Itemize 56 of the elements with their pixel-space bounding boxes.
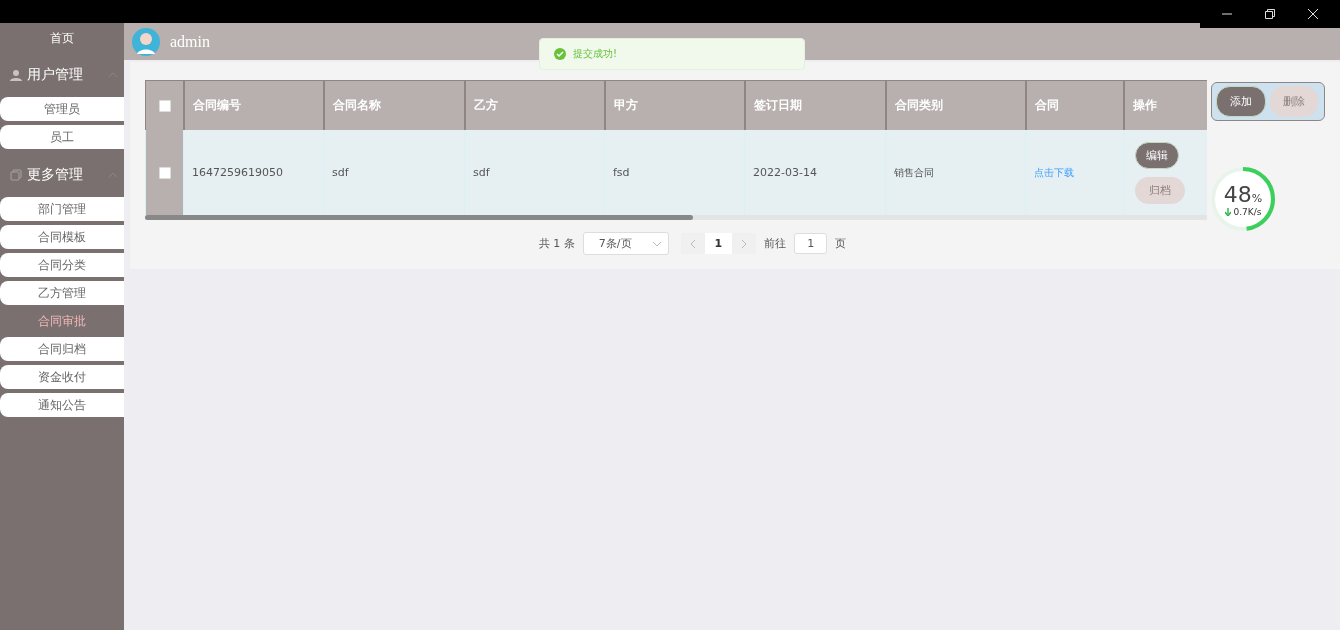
- cell-text: 2022-03-14: [753, 166, 817, 179]
- page-size-select[interactable]: 7条/页: [582, 232, 669, 255]
- menu-group-label: 用户管理: [27, 66, 83, 84]
- checkbox[interactable]: [158, 99, 171, 112]
- menu-group[interactable]: 更多管理: [0, 153, 124, 197]
- edit-button[interactable]: 编辑: [1135, 141, 1179, 169]
- sidebar-item[interactable]: 通知公告: [0, 393, 124, 417]
- column-header: 签订日期: [744, 81, 885, 130]
- cell-text: fsd: [613, 166, 630, 179]
- column-header: 甲方: [604, 81, 744, 130]
- sidebar-item[interactable]: 合同分类: [0, 253, 124, 277]
- add-button[interactable]: 添加: [1216, 86, 1266, 117]
- cell-text: sdf: [332, 166, 349, 179]
- cell-text: 销售合同: [894, 165, 934, 180]
- checkbox[interactable]: [158, 166, 171, 179]
- page-size-value: 7条/页: [598, 236, 632, 251]
- restore-icon[interactable]: [1264, 8, 1276, 20]
- cell-text: 1647259619050: [192, 166, 283, 179]
- dropdown-icon: [651, 239, 662, 248]
- page-number[interactable]: 1: [704, 233, 733, 254]
- column-header: 操作: [1123, 81, 1207, 130]
- column-header: 合同: [1025, 81, 1123, 130]
- scrollbar[interactable]: [145, 215, 1207, 220]
- toast-text: 提交成功!: [573, 47, 617, 61]
- page-input[interactable]: 1: [794, 233, 828, 254]
- sidebar-item[interactable]: 部门管理: [0, 197, 124, 221]
- close-icon[interactable]: [1306, 8, 1319, 20]
- column-header: 乙方: [464, 81, 604, 130]
- check-icon: [554, 48, 566, 60]
- username: admin: [170, 32, 210, 51]
- speed-value: 0.7K/s: [1233, 206, 1262, 217]
- page-suffix: 页: [835, 236, 847, 251]
- column-header: 合同名称: [323, 81, 464, 130]
- next-page-icon[interactable]: [740, 238, 749, 249]
- person-icon: [10, 69, 22, 81]
- cell-text: sdf: [473, 166, 490, 179]
- copy-icon: [10, 169, 22, 181]
- sidebar-item[interactable]: 资金收付: [0, 365, 124, 389]
- sidebar-item[interactable]: 乙方管理: [0, 281, 124, 305]
- prev-page-icon[interactable]: [688, 238, 697, 249]
- sidebar-item[interactable]: 合同归档: [0, 337, 124, 361]
- avatar-icon: [132, 27, 160, 56]
- total-count: 共 1 条: [538, 236, 575, 251]
- column-header: 合同类别: [885, 81, 1025, 130]
- sidebar-item[interactable]: 员工: [0, 125, 124, 149]
- sidebar-item[interactable]: 管理员: [0, 97, 124, 121]
- column-header: 合同编号: [183, 81, 323, 130]
- sidebar-item[interactable]: 合同模板: [0, 225, 124, 249]
- sidebar-item[interactable]: 首页: [0, 23, 124, 53]
- percent-value: 48: [1223, 181, 1252, 207]
- goto-label: 前往: [764, 236, 787, 251]
- download-arrow-icon: [1224, 207, 1231, 216]
- menu-group[interactable]: 用户管理: [0, 53, 124, 97]
- menu-group-label: 更多管理: [27, 166, 83, 184]
- percent-unit: %: [1251, 191, 1263, 205]
- progress-ring: [1209, 165, 1277, 233]
